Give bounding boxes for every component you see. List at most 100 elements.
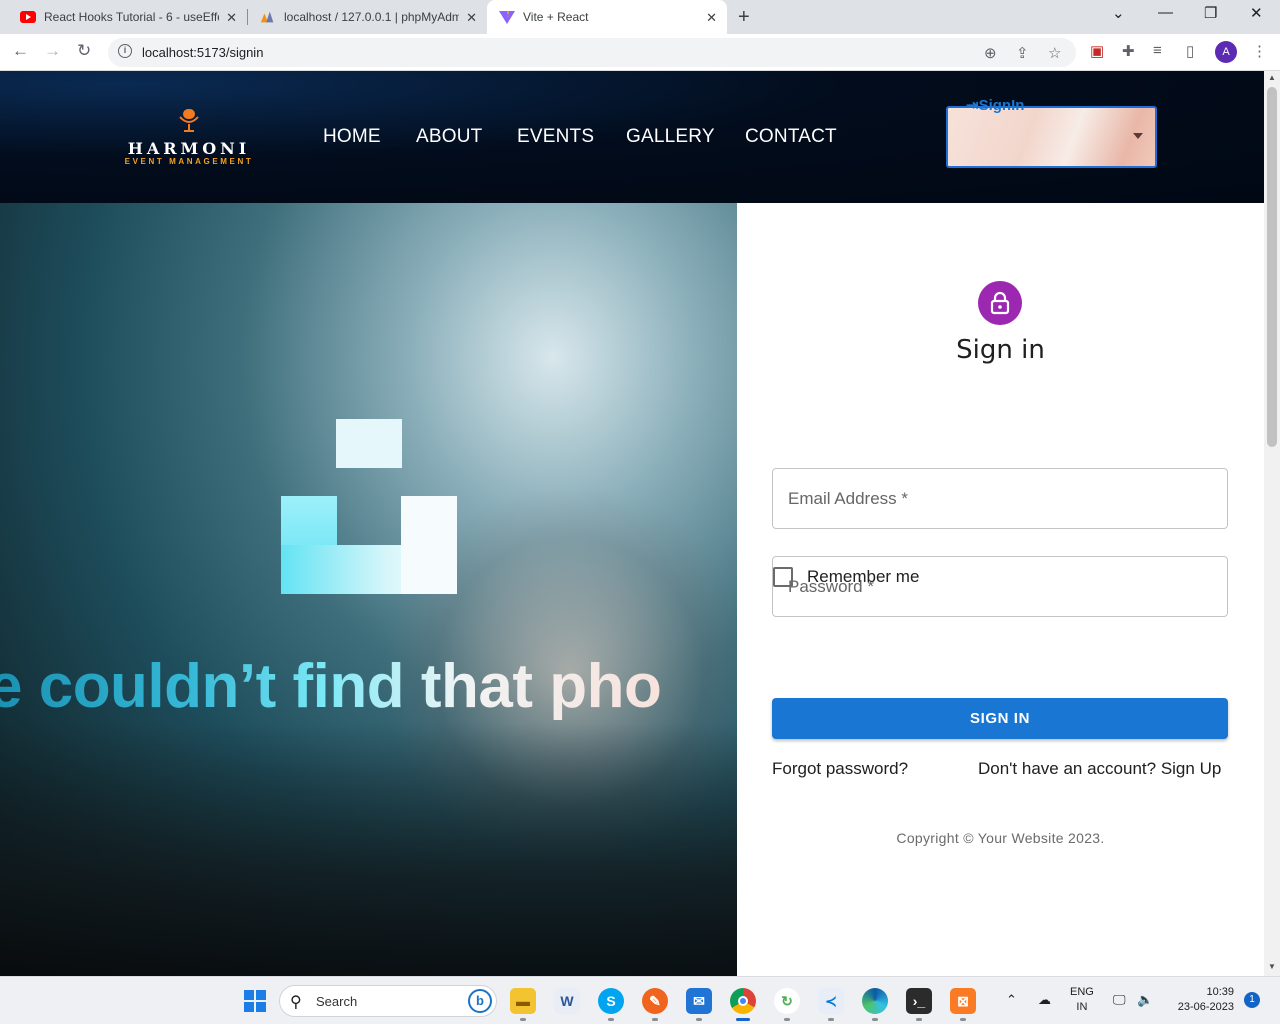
xampp-icon[interactable]: ⊠ xyxy=(950,988,976,1014)
email-input[interactable] xyxy=(773,469,1227,528)
microphone-icon xyxy=(179,109,199,132)
email-field[interactable] xyxy=(772,468,1228,529)
running-indicator xyxy=(872,1018,878,1021)
tab-title: Vite + React xyxy=(523,10,589,24)
close-tab-icon[interactable]: ✕ xyxy=(706,10,717,26)
tab-phpmyadmin[interactable]: localhost / 127.0.0.1 | phpMyAdm ✕ xyxy=(240,0,487,34)
address-bar[interactable]: i localhost:5173/signin ⊕ ⇪ ☆ xyxy=(108,38,1076,67)
page-title: Sign in xyxy=(956,335,1045,365)
signin-dropdown[interactable]: ⇥SignIn xyxy=(946,97,1157,168)
harmoni-logo[interactable]: HARMONI EVENT MANAGEMENT xyxy=(104,107,274,167)
taskbar-search-placeholder: Search xyxy=(316,994,358,1009)
running-indicator xyxy=(652,1018,658,1021)
zoom-icon[interactable]: ⊕ xyxy=(984,44,997,62)
scroll-up-icon[interactable]: ▲ xyxy=(1268,73,1276,82)
browser-tabstrip: React Hooks Tutorial - 6 - useEffe ✕ loc… xyxy=(0,0,1280,34)
clock-date: 23-06-2023 xyxy=(1177,1001,1234,1013)
tab-search-icon[interactable]: ⌄ xyxy=(1112,4,1125,22)
onedrive-icon[interactable]: ☁ xyxy=(1038,992,1051,1008)
windows-start-icon[interactable] xyxy=(242,988,268,1014)
nav-gallery[interactable]: GALLERY xyxy=(626,126,715,148)
language-indicator[interactable]: ENG IN xyxy=(1070,985,1094,1015)
hero-image-placeholder: e couldn’t find that pho xyxy=(0,203,737,976)
unsplash-logo-block xyxy=(336,419,402,468)
running-indicator xyxy=(784,1018,790,1021)
sign-up-link[interactable]: Don't have an account? Sign Up xyxy=(978,759,1221,779)
unsplash-logo-block xyxy=(401,496,457,594)
nav-contact[interactable]: CONTACT xyxy=(745,126,837,148)
word-app-icon[interactable]: W xyxy=(554,988,580,1014)
taskbar-clock[interactable]: 10:39 23-06-2023 xyxy=(1168,985,1234,1015)
notification-badge[interactable]: 1 xyxy=(1244,992,1260,1008)
bing-icon[interactable]: b xyxy=(468,989,492,1013)
search-icon: ⚲ xyxy=(290,994,302,1011)
hero-missing-photo-message: e couldn’t find that pho xyxy=(0,651,662,722)
restore-icon[interactable]: ❐ xyxy=(1204,4,1217,22)
tray-overflow-icon[interactable]: ⌃ xyxy=(1006,992,1017,1008)
clock-time: 10:39 xyxy=(1206,986,1234,998)
phpmyadmin-icon xyxy=(260,9,276,25)
share-icon[interactable]: ⇪ xyxy=(1016,44,1029,62)
remember-me-checkbox[interactable] xyxy=(773,567,793,587)
browser-menu-icon[interactable]: ⋮ xyxy=(1252,42,1267,60)
close-window-icon[interactable]: ✕ xyxy=(1250,4,1263,22)
running-indicator xyxy=(520,1018,526,1021)
running-indicator xyxy=(696,1018,702,1021)
new-tab-icon[interactable]: + xyxy=(738,6,750,29)
browser-toolbar: ← → ↻ i localhost:5173/signin ⊕ ⇪ ☆ ▣ ✚ … xyxy=(0,34,1280,71)
site-header: HARMONI EVENT MANAGEMENT HOME ABOUT EVEN… xyxy=(0,71,1264,203)
tab-vite-react[interactable]: Vite + React ✕ xyxy=(487,0,727,34)
back-icon[interactable]: ← xyxy=(12,41,29,61)
chevron-down-icon xyxy=(1133,133,1143,139)
youtube-icon xyxy=(20,9,36,25)
forward-icon[interactable]: → xyxy=(44,41,61,61)
nav-events[interactable]: EVENTS xyxy=(517,126,594,148)
taskbar: ⚲ Search b ▬ W S ✎ ✉ ↻ ≺ ›_ ⊠ ⌃ ☁ ENG IN… xyxy=(0,976,1280,1024)
nav-about[interactable]: ABOUT xyxy=(416,126,482,148)
terminal-icon[interactable]: ›_ xyxy=(906,988,932,1014)
active-indicator xyxy=(736,1018,750,1021)
edge-icon[interactable] xyxy=(862,988,888,1014)
refresh-app-icon[interactable]: ↻ xyxy=(774,988,800,1014)
network-icon[interactable]: 🖵 xyxy=(1113,992,1126,1008)
profile-avatar[interactable]: A xyxy=(1215,41,1237,63)
remember-me-row[interactable]: Remember me xyxy=(773,567,919,587)
nav-home[interactable]: HOME xyxy=(323,126,381,148)
page-viewport: HARMONI EVENT MANAGEMENT HOME ABOUT EVEN… xyxy=(0,71,1264,976)
reload-icon[interactable]: ↻ xyxy=(77,41,91,61)
hero-shade xyxy=(0,723,737,976)
scroll-down-icon[interactable]: ▼ xyxy=(1268,962,1276,971)
login-icon: ⇥ xyxy=(966,97,979,114)
bookmark-star-icon[interactable]: ☆ xyxy=(1048,44,1061,62)
tab-youtube[interactable]: React Hooks Tutorial - 6 - useEffe ✕ xyxy=(0,0,247,34)
vscode-icon[interactable]: ≺ xyxy=(818,988,844,1014)
sign-in-button[interactable]: SIGN IN xyxy=(772,698,1228,739)
extension-icon[interactable]: ▣ xyxy=(1090,42,1104,60)
app-icon[interactable]: ✎ xyxy=(642,988,668,1014)
signin-panel: Sign in Remember me SIGN IN Forgot passw… xyxy=(737,203,1264,976)
close-tab-icon[interactable]: ✕ xyxy=(466,10,477,26)
running-indicator xyxy=(608,1018,614,1021)
volume-icon[interactable]: 🔈 xyxy=(1137,992,1153,1008)
scroll-thumb[interactable] xyxy=(1267,87,1277,447)
close-tab-icon[interactable]: ✕ xyxy=(226,10,237,26)
logo-tagline: EVENT MANAGEMENT xyxy=(124,157,254,166)
file-explorer-icon[interactable]: ▬ xyxy=(510,988,536,1014)
extensions-puzzle-icon[interactable]: ✚ xyxy=(1122,42,1135,60)
minimize-icon[interactable]: — xyxy=(1158,4,1173,21)
skype-icon[interactable]: S xyxy=(598,988,624,1014)
chrome-icon[interactable] xyxy=(730,988,756,1014)
taskbar-search[interactable]: ⚲ Search b xyxy=(279,985,497,1017)
url-text: localhost:5173/signin xyxy=(142,45,264,60)
region-code: IN xyxy=(1076,1001,1088,1013)
page-scrollbar[interactable]: ▲ ▼ xyxy=(1264,71,1280,976)
media-control-icon[interactable]: ≡ xyxy=(1153,42,1162,59)
remember-me-label: Remember me xyxy=(807,567,920,586)
logo-brand-text: HARMONI xyxy=(127,139,251,158)
forgot-password-link[interactable]: Forgot password? xyxy=(772,759,908,779)
site-info-icon[interactable]: i xyxy=(118,44,132,58)
mail-icon[interactable]: ✉ xyxy=(686,988,712,1014)
copyright-text: Copyright © Your Website 2023. xyxy=(896,830,1105,846)
running-indicator xyxy=(960,1018,966,1021)
side-panel-icon[interactable]: ▯ xyxy=(1186,42,1194,60)
